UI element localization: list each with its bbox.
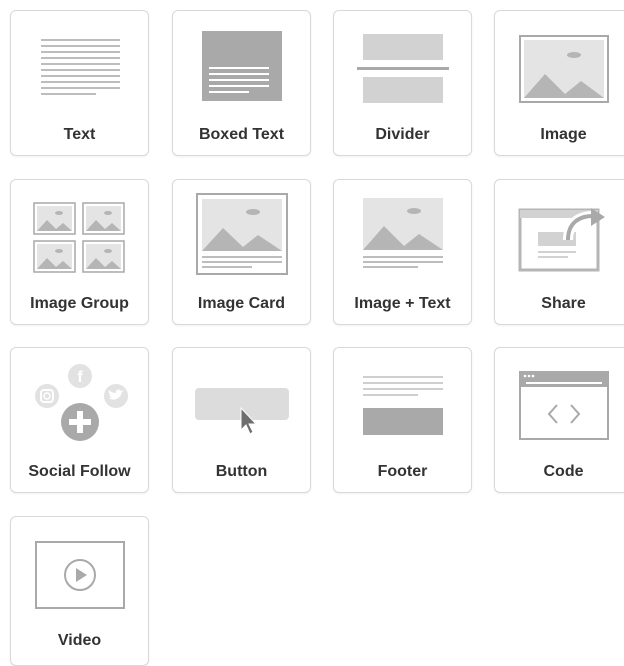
button-icon	[195, 388, 289, 435]
block-label: Image + Text	[354, 295, 451, 312]
block-footer[interactable]: Footer	[333, 347, 472, 493]
facebook-icon: f	[77, 369, 83, 386]
block-label: Divider	[375, 126, 430, 143]
block-image-card[interactable]: Image Card	[172, 179, 311, 325]
block-social-follow[interactable]: f Social Follow	[10, 347, 149, 493]
block-label: Text	[63, 126, 96, 143]
block-share[interactable]: Share	[494, 179, 624, 325]
share-icon	[518, 208, 605, 272]
image-group-icon	[33, 202, 125, 273]
block-label: Image Card	[197, 295, 286, 312]
block-label: Footer	[377, 463, 428, 480]
block-boxed-text[interactable]: Boxed Text	[172, 10, 311, 156]
video-icon	[35, 541, 125, 609]
block-divider[interactable]: Divider	[333, 10, 472, 156]
block-label: Image	[540, 126, 587, 143]
block-button[interactable]: Button	[172, 347, 311, 493]
image-icon	[519, 35, 609, 103]
block-image[interactable]: Image	[494, 10, 624, 156]
block-label: Video	[57, 632, 102, 649]
social-follow-icon: f	[35, 364, 128, 441]
block-text[interactable]: Text	[10, 10, 149, 156]
boxed-text-icon	[202, 31, 282, 101]
divider-icon	[357, 34, 449, 103]
block-label: Code	[543, 463, 584, 480]
block-code[interactable]: Code	[494, 347, 624, 493]
block-label: Image Group	[30, 295, 129, 312]
block-image-text[interactable]: Image + Text	[333, 179, 472, 325]
footer-icon	[363, 376, 443, 435]
image-card-icon	[196, 193, 288, 275]
block-label: Button	[215, 463, 268, 480]
block-label: Share	[541, 295, 586, 312]
block-label: Boxed Text	[198, 126, 285, 143]
block-label: Social Follow	[28, 463, 131, 480]
image-text-icon	[363, 198, 443, 268]
block-image-group[interactable]: Image Group	[10, 179, 149, 325]
text-lines-icon	[41, 39, 120, 95]
block-video[interactable]: Video	[10, 516, 149, 666]
code-icon	[519, 371, 609, 440]
